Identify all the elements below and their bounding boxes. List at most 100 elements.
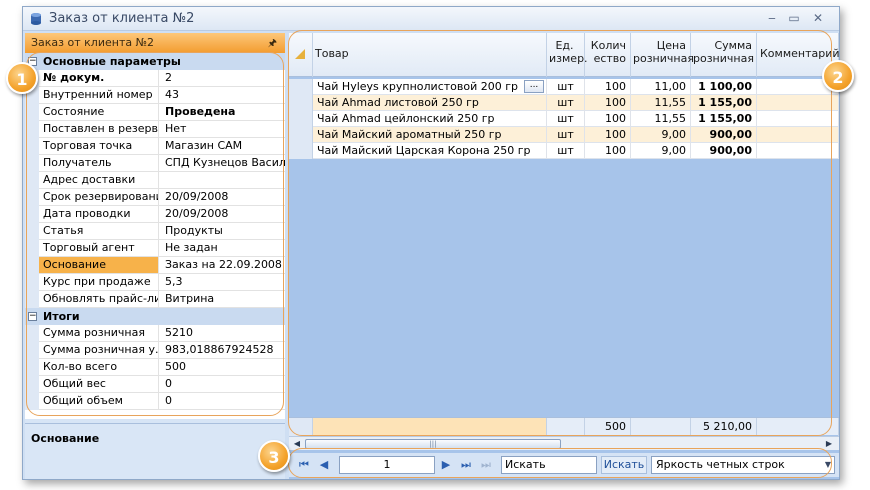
property-value[interactable]: 0: [161, 393, 285, 409]
cell-sum[interactable]: 1 155,00: [691, 95, 757, 111]
property-value[interactable]: 983,018867924528: [161, 342, 285, 358]
property-value[interactable]: Магазин САМ: [161, 138, 285, 154]
property-value[interactable]: 5,3: [161, 274, 285, 290]
cell-comment[interactable]: [757, 127, 839, 143]
ellipsis-button[interactable]: ...: [524, 80, 544, 93]
property-value[interactable]: Не задан: [161, 240, 285, 256]
cell-price[interactable]: 11,00: [631, 79, 691, 95]
next-page-icon[interactable]: ▶: [439, 458, 453, 472]
table-row[interactable]: Чай Hyleys крупнолистовой 200 гр... шт 100…: [289, 79, 839, 95]
property-value[interactable]: Проведена: [161, 104, 285, 120]
cell-product[interactable]: Чай Ahmad цейлонский 250 гр: [313, 111, 547, 127]
first-page-icon[interactable]: ⏮: [297, 458, 311, 472]
cell-product[interactable]: Чай Майский Царская Корона 250 гр: [313, 143, 547, 159]
property-value[interactable]: 2: [161, 70, 285, 86]
property-value[interactable]: 43: [161, 87, 285, 103]
cell-unit[interactable]: шт: [547, 79, 585, 95]
cell-sum[interactable]: 1 155,00: [691, 111, 757, 127]
property-row[interactable]: Сумма розничная 5210: [25, 325, 285, 342]
last-page-icon[interactable]: ⏭: [459, 458, 473, 472]
close-button[interactable]: ✕: [809, 10, 827, 26]
table-row[interactable]: Чай Ahmad листовой 250 гр шт 100 11,55 1 155…: [289, 95, 839, 111]
property-row[interactable]: Внутренний номер 43: [25, 87, 285, 104]
cell-unit[interactable]: шт: [547, 127, 585, 143]
page-input[interactable]: 1: [339, 456, 435, 474]
scroll-thumb[interactable]: |||: [305, 439, 561, 449]
row-selector[interactable]: [289, 95, 313, 111]
cell-sum[interactable]: 900,00: [691, 127, 757, 143]
row-selector[interactable]: [289, 111, 313, 127]
cell-price[interactable]: 11,55: [631, 95, 691, 111]
row-selector[interactable]: [289, 143, 313, 159]
property-row[interactable]: Кол-во всего 500: [25, 359, 285, 376]
search-button[interactable]: Искать: [601, 456, 647, 474]
maximize-button[interactable]: ▭: [785, 10, 803, 26]
cell-qty[interactable]: 100: [585, 127, 631, 143]
cell-product[interactable]: Чай Майский ароматный 250 гр: [313, 127, 547, 143]
property-value[interactable]: Нет: [161, 121, 285, 137]
grid-corner[interactable]: [289, 33, 313, 77]
property-value[interactable]: Заказ на 22.09.2008: [161, 257, 285, 273]
property-value[interactable]: 20/09/2008: [161, 206, 285, 222]
category-row[interactable]: − Основные параметры: [25, 53, 285, 70]
cell-product[interactable]: Чай Ahmad листовой 250 гр: [313, 95, 547, 111]
cell-product[interactable]: Чай Hyleys крупнолистовой 200 гр...: [313, 79, 547, 95]
property-value[interactable]: Витрина: [161, 291, 285, 307]
pin-icon[interactable]: 🖈: [268, 36, 277, 53]
cell-qty[interactable]: 100: [585, 111, 631, 127]
property-value[interactable]: 5210: [161, 325, 285, 341]
property-row[interactable]: № докум. 2: [25, 70, 285, 87]
property-row[interactable]: Торговый агент Не задан: [25, 240, 285, 257]
property-value[interactable]: Продукты: [161, 223, 285, 239]
appearance-combo[interactable]: Яркость четных строк ▼: [651, 456, 835, 474]
property-value[interactable]: 20/09/2008: [161, 189, 285, 205]
property-row[interactable]: ПолучательСПД Кузнецов Василий: [25, 155, 285, 172]
col-header-price[interactable]: Цена розничная: [631, 33, 694, 77]
cell-qty[interactable]: 100: [585, 95, 631, 111]
collapse-icon[interactable]: −: [28, 312, 37, 321]
property-row[interactable]: Поставлен в резерв Нет: [25, 121, 285, 138]
property-row[interactable]: Торговая точка Магазин САМ: [25, 138, 285, 155]
property-value[interactable]: 0: [161, 376, 285, 392]
scroll-right-icon[interactable]: ▶: [823, 438, 835, 450]
col-header-qty[interactable]: Колич ество: [585, 33, 631, 77]
property-row[interactable]: Курс при продаже 5,3: [25, 274, 285, 291]
cell-price[interactable]: 11,55: [631, 111, 691, 127]
cell-comment[interactable]: [757, 95, 839, 111]
chevron-down-icon[interactable]: ▼: [825, 457, 831, 473]
cell-comment[interactable]: [757, 143, 839, 159]
scroll-left-icon[interactable]: ◀: [291, 438, 303, 450]
property-row[interactable]: Общий вес 0: [25, 376, 285, 393]
property-row[interactable]: Обновлять прайс-листВитрина: [25, 291, 285, 308]
cell-price[interactable]: 9,00: [631, 127, 691, 143]
cell-unit[interactable]: шт: [547, 111, 585, 127]
cell-sum[interactable]: 900,00: [691, 143, 757, 159]
prev-page-icon[interactable]: ◀: [317, 458, 331, 472]
table-row[interactable]: Чай Ahmad цейлонский 250 гр шт 100 11,55 1 1…: [289, 111, 839, 127]
minimize-button[interactable]: ‒: [763, 10, 781, 26]
search-input[interactable]: Искать: [501, 456, 597, 474]
row-selector[interactable]: [289, 79, 313, 95]
property-row[interactable]: Дата проводки 20/09/2008: [25, 206, 285, 223]
cell-price[interactable]: 9,00: [631, 143, 691, 159]
row-selector[interactable]: [289, 127, 313, 143]
property-row[interactable]: Основание Заказ на 22.09.2008: [25, 257, 285, 274]
col-header-product[interactable]: Товар: [313, 33, 547, 77]
cell-qty[interactable]: 100: [585, 143, 631, 159]
horizontal-scrollbar[interactable]: ◀ ||| ▶: [289, 436, 839, 450]
cell-comment[interactable]: [757, 111, 839, 127]
property-value[interactable]: 500: [161, 359, 285, 375]
property-row[interactable]: Адрес доставки: [25, 172, 285, 189]
property-row[interactable]: Статья Продукты: [25, 223, 285, 240]
cell-unit[interactable]: шт: [547, 143, 585, 159]
cell-sum[interactable]: 1 100,00: [691, 79, 757, 95]
property-row[interactable]: Общий объем 0: [25, 393, 285, 410]
property-row[interactable]: Сумма розничная у.е. 983,018867924528: [25, 342, 285, 359]
category-row[interactable]: − Итоги: [25, 308, 285, 325]
cell-qty[interactable]: 100: [585, 79, 631, 95]
property-value[interactable]: СПД Кузнецов Василий: [161, 155, 285, 171]
col-header-unit[interactable]: Ед. измер.: [547, 33, 588, 77]
cell-unit[interactable]: шт: [547, 95, 585, 111]
property-row[interactable]: Срок резервирования 20/09/2008: [25, 189, 285, 206]
table-row[interactable]: Чай Майский ароматный 250 гр шт 100 9,00 900…: [289, 127, 839, 143]
